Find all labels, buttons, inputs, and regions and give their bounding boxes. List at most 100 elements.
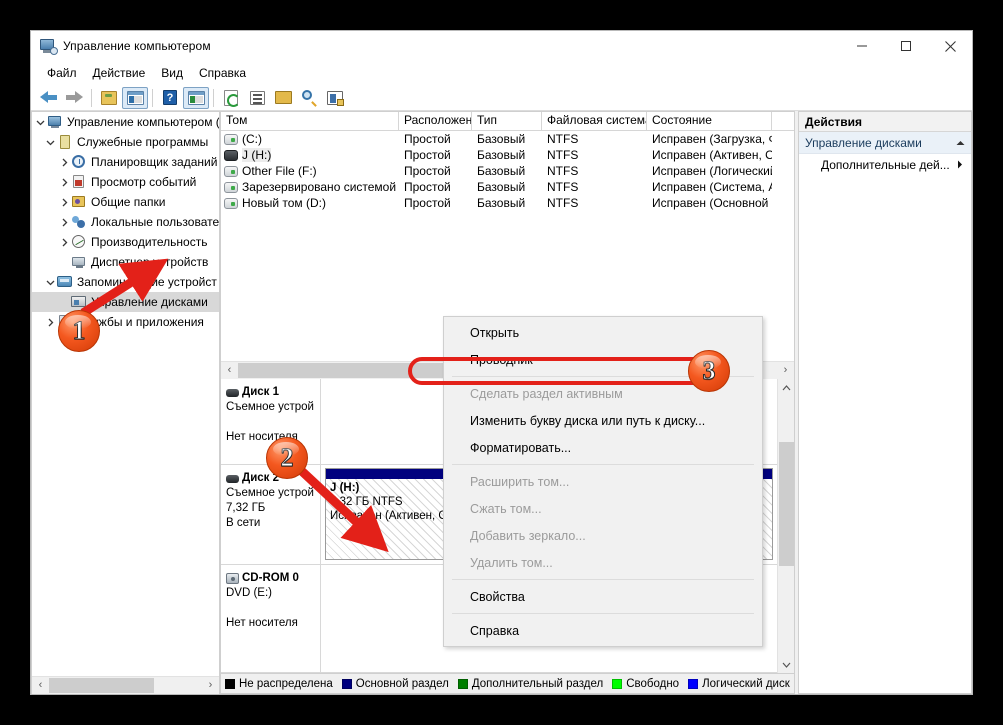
legend-swatch-unallocated <box>225 678 235 689</box>
scroll-down-button[interactable] <box>778 656 795 673</box>
tree-item-task-scheduler[interactable]: Планировщик заданий <box>32 152 219 172</box>
context-menu-item-open[interactable]: Открыть <box>444 319 762 346</box>
disk-info[interactable]: CD-ROM 0 DVD (E:) Нет носителя <box>221 565 321 672</box>
menu-file[interactable]: Файл <box>39 64 85 82</box>
volume-list-header: Том Расположение Тип Файловая система Со… <box>221 112 794 131</box>
disk-name: CD-ROM 0 <box>242 572 299 584</box>
menu-action[interactable]: Действие <box>85 64 154 82</box>
context-menu-item-properties[interactable]: Свойства <box>444 583 762 610</box>
create-vhd-icon[interactable] <box>322 87 348 109</box>
table-row[interactable]: Новый том (D:) Простой Базовый NTFS Испр… <box>221 195 794 211</box>
minimize-button[interactable] <box>840 31 884 61</box>
tree-item-performance[interactable]: Производительность <box>32 232 219 252</box>
volume-type: Базовый <box>477 132 526 146</box>
chevron-right-icon[interactable] <box>44 318 57 327</box>
partition-legend: Не распределена Основной раздел Дополнит… <box>220 674 795 694</box>
chevron-right-icon[interactable] <box>957 160 963 171</box>
legend-swatch-primary <box>341 678 352 689</box>
forward-arrow-icon[interactable] <box>61 87 87 109</box>
scroll-left-button[interactable]: ‹ <box>32 676 49 694</box>
volume-filesystem: NTFS <box>547 132 579 146</box>
disk-management-icon <box>71 294 87 310</box>
open-folder-icon[interactable] <box>270 87 296 109</box>
properties-icon[interactable] <box>244 87 270 109</box>
scroll-up-button[interactable] <box>778 379 795 396</box>
scroll-thumb[interactable] <box>778 442 794 566</box>
table-row[interactable]: (C:) Простой Базовый NTFS Исправен (Загр… <box>221 131 794 147</box>
volume-type: Базовый <box>477 196 526 210</box>
callout-3: 3 <box>688 350 730 392</box>
chevron-right-icon[interactable] <box>58 158 71 167</box>
action-item-more-actions[interactable]: Дополнительные дей... <box>799 154 971 176</box>
chevron-up-icon[interactable] <box>956 138 965 148</box>
help-icon[interactable]: ? <box>157 87 183 109</box>
table-row[interactable]: Зарезервировано системой Простой Базовый… <box>221 179 794 195</box>
callout-number: 3 <box>702 356 716 385</box>
tree-item-system-tools[interactable]: Служебные программы <box>32 132 219 152</box>
refresh-icon[interactable] <box>218 87 244 109</box>
table-row[interactable]: J (H:) Простой Базовый NTFS Исправен (Ак… <box>221 147 794 163</box>
tree-horizontal-scrollbar[interactable]: ‹ › <box>32 676 219 694</box>
scroll-right-button[interactable]: › <box>202 676 219 694</box>
tree-item-device-manager[interactable]: Диспетчер устройств <box>32 252 219 272</box>
column-header-volume[interactable]: Том <box>221 112 399 130</box>
disk-name: Диск 1 <box>242 386 280 398</box>
chevron-right-icon[interactable] <box>58 198 71 207</box>
rescan-disks-icon[interactable] <box>296 87 322 109</box>
show-hide-action-pane-icon[interactable] <box>183 86 209 109</box>
menu-view[interactable]: Вид <box>153 64 191 82</box>
volume-name: Зарезервировано системой <box>242 180 397 194</box>
chevron-down-icon[interactable] <box>44 138 57 147</box>
sidebar-item-disk-management[interactable]: Управление дисками <box>32 292 219 312</box>
window-title: Управление компьютером <box>63 39 211 53</box>
fixed-drive-icon <box>224 133 238 145</box>
chevron-right-icon[interactable] <box>58 238 71 247</box>
close-button[interactable] <box>928 31 972 61</box>
scroll-right-button[interactable]: › <box>777 361 794 379</box>
tree-item-label: Управление компьютером (л <box>67 115 219 129</box>
tree-item-event-viewer[interactable]: Просмотр событий <box>32 172 219 192</box>
volume-filesystem: NTFS <box>547 148 579 162</box>
table-row[interactable]: Other File (F:) Простой Базовый NTFS Исп… <box>221 163 794 179</box>
show-hide-console-tree-icon[interactable] <box>122 86 148 109</box>
maximize-button[interactable] <box>884 31 928 61</box>
legend-label: Не распределена <box>239 677 333 690</box>
tree-item-local-users[interactable]: Локальные пользовате <box>32 212 219 232</box>
chevron-down-icon[interactable] <box>44 278 57 287</box>
chevron-right-icon[interactable] <box>58 218 71 227</box>
column-header-type[interactable]: Тип <box>472 112 542 130</box>
legend-label: Основной раздел <box>355 677 449 690</box>
column-header-layout[interactable]: Расположение <box>399 112 472 130</box>
context-menu-item-help[interactable]: Справка <box>444 617 762 644</box>
tree-item-shared-folders[interactable]: Общие папки <box>32 192 219 212</box>
shared-folders-icon <box>71 194 87 210</box>
menu-help[interactable]: Справка <box>191 64 254 82</box>
tree-item-storage[interactable]: Запоминающие устройст <box>32 272 219 292</box>
actions-group-disk-management[interactable]: Управление дисками <box>799 132 971 154</box>
volume-status: Исправен (Загрузка, Файл <box>652 132 772 146</box>
tree-item-label: Общие папки <box>91 195 166 209</box>
scroll-track[interactable] <box>777 396 794 656</box>
column-header-status[interactable]: Состояние <box>647 112 772 130</box>
volume-layout: Простой <box>404 148 451 162</box>
context-menu-item-change-drive-letter[interactable]: Изменить букву диска или путь к диску... <box>444 407 762 434</box>
disk-view-vertical-scrollbar[interactable] <box>777 379 794 673</box>
chevron-right-icon[interactable] <box>58 178 71 187</box>
chevron-down-icon[interactable] <box>34 118 47 127</box>
action-item-label: Дополнительные дей... <box>821 158 950 172</box>
fixed-drive-icon <box>224 181 238 193</box>
legend-label: Логический диск <box>702 677 790 690</box>
volume-name: J (H:) <box>242 148 272 162</box>
window-controls <box>840 31 972 61</box>
scroll-track[interactable] <box>49 676 202 694</box>
up-folder-icon[interactable] <box>96 87 122 109</box>
context-menu-item-format[interactable]: Форматировать... <box>444 434 762 461</box>
tree-item-computer-management[interactable]: Управление компьютером (л <box>32 112 219 132</box>
scroll-left-button[interactable]: ‹ <box>221 361 238 379</box>
scroll-thumb[interactable] <box>49 677 154 693</box>
back-arrow-icon[interactable] <box>35 87 61 109</box>
disk-size: 7,32 ГБ <box>226 502 266 514</box>
context-menu-separator <box>452 579 754 580</box>
disk-info[interactable]: Диск 2 Съемное устрой 7,32 ГБ В сети <box>221 465 321 564</box>
column-header-filesystem[interactable]: Файловая система <box>542 112 647 130</box>
